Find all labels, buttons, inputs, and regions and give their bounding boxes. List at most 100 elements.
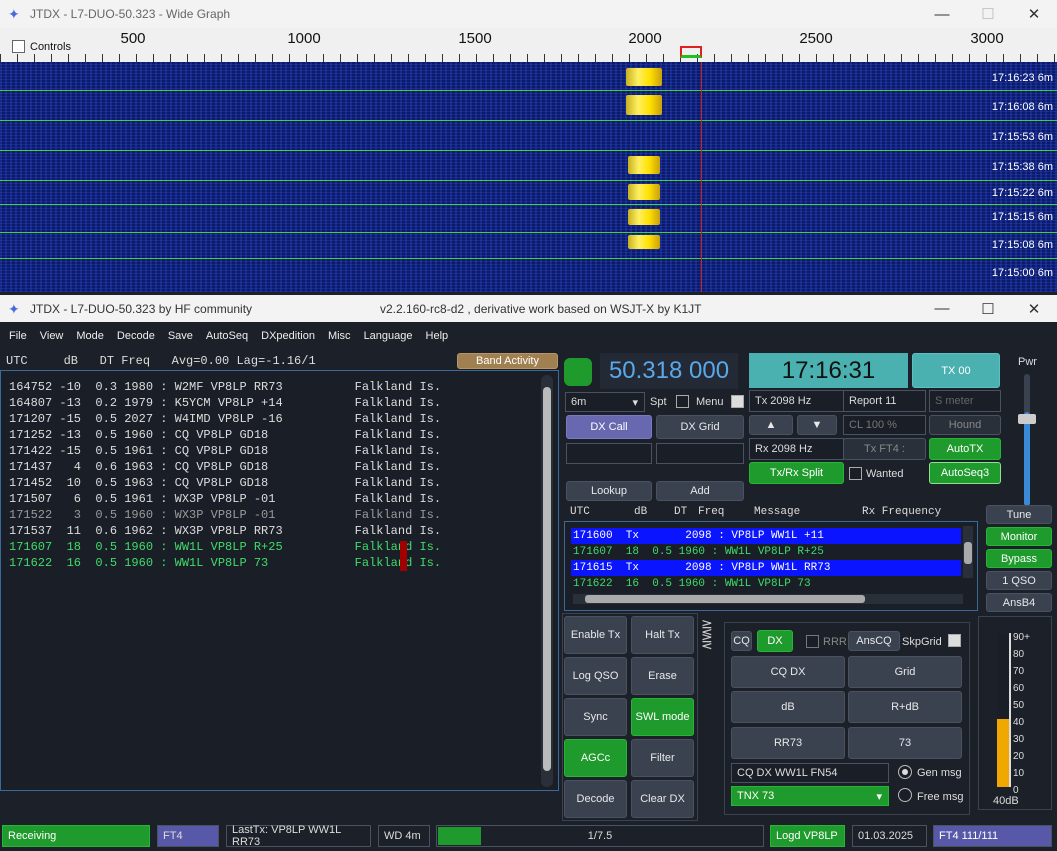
menu-misc[interactable]: Misc bbox=[328, 330, 351, 342]
scale-label: 500 bbox=[120, 30, 146, 47]
menu-decode[interactable]: Decode bbox=[117, 330, 155, 342]
rx-frequency[interactable]: Rx 2098 Hz bbox=[749, 438, 844, 460]
cq-button[interactable]: CQ bbox=[731, 631, 752, 651]
band-row[interactable]: 171537 11 0.6 1962 : WX3P VP8LP RR73 Fal… bbox=[9, 523, 441, 539]
free-msg-radio[interactable] bbox=[898, 788, 912, 802]
autotx-button[interactable]: AutoTX bbox=[929, 438, 1001, 460]
add-button[interactable]: Add bbox=[656, 481, 744, 501]
erase-button[interactable]: Erase bbox=[631, 657, 694, 695]
gen-msg-radio[interactable] bbox=[898, 765, 912, 779]
rx-frequency-pane[interactable]: 171600 Tx 2098 : VP8LP WW1L +11 171607 1… bbox=[564, 521, 978, 611]
decode-button[interactable]: Decode bbox=[564, 780, 627, 818]
menu-language[interactable]: Language bbox=[364, 330, 413, 342]
lookup-button[interactable]: Lookup bbox=[566, 481, 652, 501]
rx-row[interactable]: 171615 Tx 2098 : VP8LP WW1L RR73 bbox=[571, 560, 961, 576]
up-arrow-icon[interactable]: ▲ bbox=[749, 415, 793, 435]
one-qso-button[interactable]: 1 QSO bbox=[986, 571, 1052, 590]
band-row[interactable]: 171622 16 0.5 1960 : WW1L VP8LP 73 Falkl… bbox=[9, 555, 441, 571]
menu-file[interactable]: File bbox=[9, 330, 27, 342]
enable-tx-button[interactable]: Enable Tx bbox=[564, 616, 627, 654]
band-scrollbar[interactable] bbox=[541, 375, 553, 787]
tx-ft4-button[interactable]: Tx FT4 : bbox=[843, 438, 926, 460]
db-button[interactable]: dB bbox=[731, 691, 845, 723]
ansb4-button[interactable]: AnsB4 bbox=[986, 593, 1052, 612]
tune-button[interactable]: Tune bbox=[986, 505, 1052, 524]
grid-button[interactable]: Grid bbox=[848, 656, 962, 688]
dial-frequency[interactable]: 50.318 000 bbox=[600, 353, 738, 389]
wide-graph[interactable]: Controls 500 1000 1500 2000 2500 3000 17… bbox=[0, 28, 1057, 292]
menu-view[interactable]: View bbox=[40, 330, 64, 342]
band-row[interactable]: 171522 3 0.5 1960 : WX3P VP8LP -01 Falkl… bbox=[9, 507, 441, 523]
hound-button[interactable]: Hound bbox=[929, 415, 1001, 435]
rx-scrollbar-vertical[interactable] bbox=[963, 526, 973, 578]
cq-dx-button[interactable]: CQ DX bbox=[731, 656, 845, 688]
dx-call-button[interactable]: DX Call bbox=[566, 415, 652, 439]
close-icon[interactable]: ✕ bbox=[1011, 295, 1057, 322]
s-meter-field[interactable]: S meter bbox=[929, 390, 1001, 412]
band-select[interactable]: 6m ▾ bbox=[565, 392, 645, 412]
minimize-icon[interactable]: — bbox=[919, 295, 965, 322]
rr73-button[interactable]: RR73 bbox=[731, 727, 845, 759]
band-row[interactable]: 171207 -15 0.5 2027 : W4IMD VP8LP -16 Fa… bbox=[9, 411, 441, 427]
rrr-checkbox[interactable] bbox=[806, 635, 819, 648]
menu-save[interactable]: Save bbox=[168, 330, 193, 342]
power-slider[interactable] bbox=[1018, 374, 1036, 506]
dx-grid-input[interactable] bbox=[656, 443, 744, 464]
down-arrow-icon[interactable]: ▼ bbox=[797, 415, 837, 435]
cl-field[interactable]: CL 100 % bbox=[843, 415, 926, 435]
clear-dx-button[interactable]: Clear DX bbox=[631, 780, 694, 818]
band-row[interactable]: 171422 -15 0.5 1961 : CQ VP8LP GD18 Falk… bbox=[9, 443, 441, 459]
agcc-button[interactable]: AGCc bbox=[564, 739, 627, 777]
spt-checkbox[interactable] bbox=[676, 395, 689, 408]
skpgrid-checkbox[interactable] bbox=[948, 634, 961, 647]
tx00-button[interactable]: TX 00 bbox=[912, 353, 1000, 388]
anscq-button[interactable]: AnsCQ bbox=[848, 631, 900, 651]
band-row[interactable]: 164752 -10 0.3 1980 : W2MF VP8LP RR73 Fa… bbox=[9, 379, 441, 395]
log-qso-button[interactable]: Log QSO bbox=[564, 657, 627, 695]
tab-arrows-icon[interactable]: ⋛ ⋛ bbox=[701, 620, 713, 648]
band-row[interactable]: 164807 -13 0.2 1979 : K5YCM VP8LP +14 Fa… bbox=[9, 395, 441, 411]
tx-frequency[interactable]: Tx 2098 Hz bbox=[749, 390, 844, 412]
wanted-label: Wanted bbox=[866, 468, 904, 480]
menu-dxpedition[interactable]: DXpedition bbox=[261, 330, 315, 342]
controls-checkbox[interactable] bbox=[12, 40, 25, 53]
bypass-button[interactable]: Bypass bbox=[986, 549, 1052, 568]
txrx-split-button[interactable]: Tx/Rx Split bbox=[749, 462, 844, 484]
sync-button[interactable]: Sync bbox=[564, 698, 627, 736]
rx-row[interactable]: 171622 16 0.5 1960 : WW1L VP8LP 73 bbox=[571, 576, 961, 592]
halt-tx-button[interactable]: Halt Tx bbox=[631, 616, 694, 654]
maximize-icon[interactable]: ☐ bbox=[965, 295, 1011, 322]
menu-autoseq[interactable]: AutoSeq bbox=[206, 330, 248, 342]
power-slider-handle[interactable] bbox=[1018, 414, 1036, 424]
rx-scrollbar-horizontal[interactable] bbox=[573, 594, 963, 604]
band-row[interactable]: 171252 -13 0.5 1960 : CQ VP8LP GD18 Falk… bbox=[9, 427, 441, 443]
band-row[interactable]: 171507 6 0.5 1961 : WX3P VP8LP -01 Falkl… bbox=[9, 491, 441, 507]
gen-msg-input[interactable]: CQ DX WW1L FN54 bbox=[731, 763, 889, 783]
monitor-button[interactable]: Monitor bbox=[986, 527, 1052, 546]
close-icon[interactable]: ✕ bbox=[1011, 0, 1057, 28]
maximize-icon[interactable]: ☐ bbox=[965, 0, 1011, 28]
rx-row[interactable]: 171600 Tx 2098 : VP8LP WW1L +11 bbox=[571, 528, 961, 544]
dx-grid-button[interactable]: DX Grid bbox=[656, 415, 744, 439]
seventy-three-button[interactable]: 73 bbox=[848, 727, 962, 759]
minimize-icon[interactable]: — bbox=[919, 0, 965, 28]
menu-checkbox[interactable] bbox=[731, 395, 744, 408]
band-row[interactable]: 171607 18 0.5 1960 : WW1L VP8LP R+25 Fal… bbox=[9, 539, 441, 555]
rx-row[interactable]: 171607 18 0.5 1960 : WW1L VP8LP R+25 bbox=[571, 544, 961, 560]
report-spinner[interactable]: Report 11 bbox=[843, 390, 926, 412]
frequency-scale[interactable]: Controls 500 1000 1500 2000 2500 3000 bbox=[0, 28, 1057, 62]
menu-mode[interactable]: Mode bbox=[76, 330, 104, 342]
wanted-checkbox[interactable] bbox=[849, 467, 862, 480]
chevron-down-icon: ▾ bbox=[632, 396, 638, 409]
band-activity-pane[interactable]: 164752 -10 0.3 1980 : W2MF VP8LP RR73 Fa… bbox=[0, 370, 559, 791]
dx-call-input[interactable] bbox=[566, 443, 652, 464]
menu-help[interactable]: Help bbox=[426, 330, 449, 342]
band-row[interactable]: 171452 10 0.5 1963 : CQ VP8LP GD18 Falkl… bbox=[9, 475, 441, 491]
swl-mode-button[interactable]: SWL mode bbox=[631, 698, 694, 736]
autoseq3-button[interactable]: AutoSeq3 bbox=[929, 462, 1001, 484]
band-row[interactable]: 171437 4 0.6 1963 : CQ VP8LP GD18 Falkla… bbox=[9, 459, 441, 475]
free-msg-select[interactable]: TNX 73 ▾ bbox=[731, 786, 889, 806]
r-db-button[interactable]: R+dB bbox=[848, 691, 962, 723]
dx-button[interactable]: DX bbox=[757, 630, 793, 652]
filter-button[interactable]: Filter bbox=[631, 739, 694, 777]
